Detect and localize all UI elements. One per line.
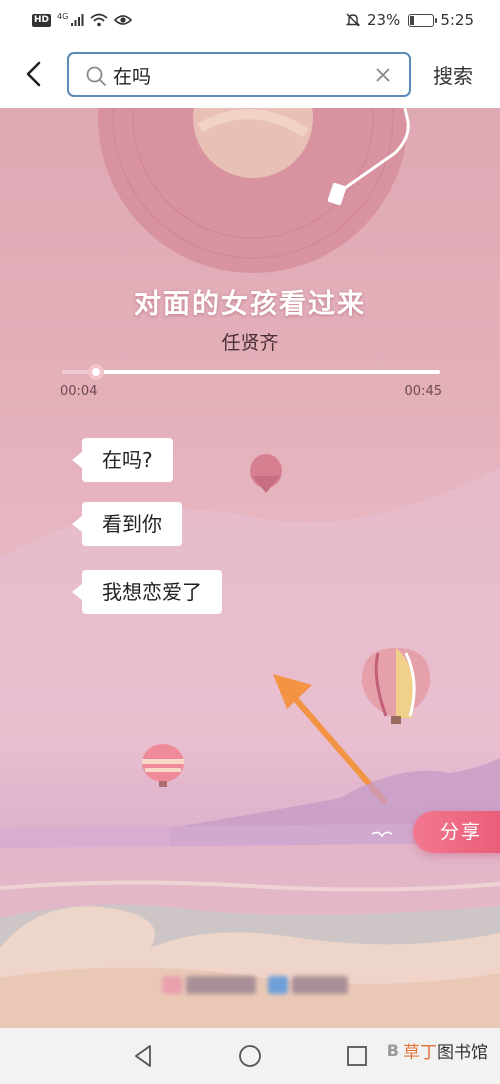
- search-input[interactable]: [113, 60, 363, 90]
- watermark-text-dark: 图书馆: [437, 1043, 488, 1063]
- progress-bar[interactable]: [62, 364, 440, 380]
- blurred-credits: [0, 968, 500, 998]
- balloon-left: [142, 744, 184, 787]
- background-illustration: [0, 108, 500, 1028]
- clear-icon[interactable]: [374, 66, 392, 84]
- signal-icon: [71, 14, 84, 26]
- wifi-icon: [90, 13, 108, 27]
- system-nav-bar: B 草丁 图书馆: [0, 1028, 500, 1084]
- battery-icon: [408, 13, 438, 27]
- nav-back-icon[interactable]: [130, 1043, 156, 1069]
- nav-home-icon[interactable]: [237, 1043, 263, 1069]
- search-box[interactable]: [67, 52, 411, 97]
- eye-comfort-icon: [114, 15, 133, 25]
- battery-percent: 23%: [366, 11, 401, 29]
- back-button[interactable]: [14, 54, 54, 94]
- blurred-text: [292, 976, 348, 994]
- music-card: 对面的女孩看过来 任贤齐 00:04 00:45 在吗? 看到你 我想恋爱了 分…: [0, 108, 500, 1028]
- artist-name: 任贤齐: [221, 332, 279, 354]
- status-bar: HD 4G 23% 5:25: [0, 0, 500, 40]
- clock: 5:25: [440, 11, 474, 29]
- progress-knob[interactable]: [88, 364, 105, 380]
- current-time: 00:04: [60, 384, 98, 399]
- blurred-text: [186, 976, 256, 994]
- watermark-text-orange: 草丁: [403, 1043, 437, 1063]
- nav-recents-icon[interactable]: [344, 1043, 370, 1069]
- balloon-large: [361, 648, 431, 724]
- status-right-icons: 23% 5:25: [345, 11, 474, 29]
- network-type: 4G: [57, 11, 69, 21]
- lyric-bubble: 看到你: [72, 502, 182, 546]
- status-left-icons: HD 4G: [32, 11, 133, 28]
- lyric-bubble: 我想恋爱了: [72, 570, 222, 614]
- watermark: B 草丁 图书馆: [387, 1038, 488, 1063]
- blurred-logo: [268, 976, 288, 994]
- mute-bell-icon: [345, 13, 361, 27]
- watermark-logo-icon: B: [386, 1041, 399, 1060]
- total-time: 00:45: [404, 384, 442, 399]
- blurred-logo: [162, 976, 182, 994]
- song-title: 对面的女孩看过来: [134, 289, 366, 320]
- search-icon: [86, 66, 106, 86]
- lyric-bubble: 在吗?: [72, 438, 173, 482]
- chevron-left-icon: [26, 61, 41, 87]
- share-button[interactable]: 分享: [413, 811, 500, 853]
- search-button[interactable]: 搜索: [433, 60, 473, 89]
- hd-badge: HD: [32, 13, 52, 27]
- search-header: 搜索: [0, 40, 500, 108]
